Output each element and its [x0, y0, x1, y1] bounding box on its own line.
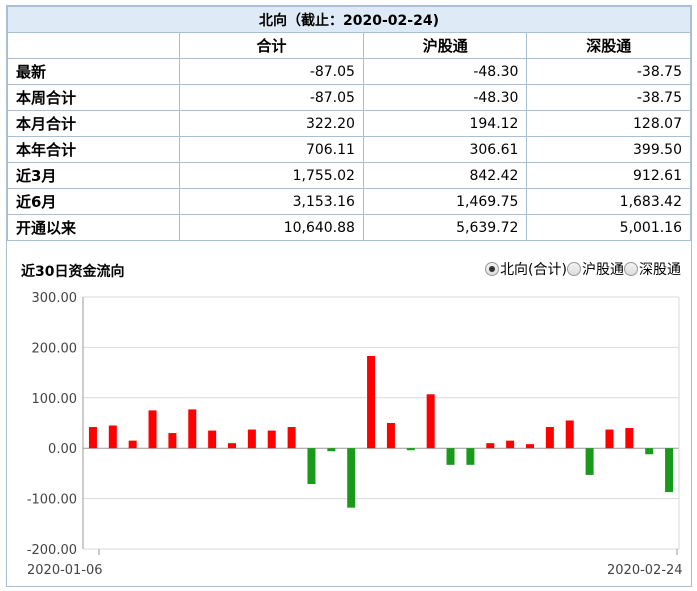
cell-shenzhen: -38.75 — [526, 58, 691, 85]
x-tick-end: 2020-02-24 — [607, 563, 683, 578]
chart-bar[interactable] — [88, 427, 97, 449]
radio-label: 深股通 — [639, 262, 681, 278]
chart-bar[interactable] — [307, 448, 316, 484]
cell-shanghai: 306.61 — [362, 136, 528, 163]
chart-bar[interactable] — [605, 429, 614, 449]
chart-bar[interactable] — [267, 430, 276, 449]
cell-total: -87.05 — [179, 58, 364, 85]
table-row: 最新 -87.05 -48.30 -38.75 — [7, 58, 691, 85]
radio-unchecked-icon[interactable] — [624, 262, 638, 276]
chart-bar[interactable] — [545, 427, 554, 449]
radio-shanghai[interactable]: 沪股通 — [567, 259, 624, 279]
chart-bar[interactable] — [565, 420, 574, 449]
radio-checked-icon[interactable] — [485, 262, 500, 276]
chart-bar[interactable] — [247, 429, 256, 449]
chart-bar[interactable] — [486, 443, 495, 449]
y-axis-ticks: 300.00 200.00 100.00 0.00 -100.00 -200.00 — [27, 291, 77, 558]
table-caption: 北向（截止：2020-02-24) — [7, 6, 691, 33]
y-tick-label: -200.00 — [27, 543, 77, 558]
chart-bar[interactable] — [665, 448, 674, 493]
cell-shanghai: 5,639.72 — [362, 214, 528, 241]
row-label: 近3月 — [7, 162, 180, 189]
row-label: 开通以来 — [7, 214, 180, 241]
chart-bar[interactable] — [347, 448, 356, 508]
cell-total: 1,755.02 — [179, 162, 364, 189]
cell-shanghai: 842.42 — [362, 162, 528, 189]
chart-bar[interactable] — [446, 448, 455, 465]
chart-bar[interactable] — [128, 440, 137, 449]
header-shanghai: 沪股通 — [362, 32, 528, 59]
table-row: 本月合计 322.20 194.12 128.07 — [7, 110, 691, 137]
cell-shanghai: -48.30 — [362, 84, 528, 111]
chart-bar[interactable] — [645, 448, 654, 455]
chart-bar[interactable] — [367, 355, 376, 449]
cell-total: -87.05 — [179, 84, 364, 111]
y-tick-label: 200.00 — [32, 341, 78, 356]
chart-bar[interactable] — [168, 433, 177, 449]
chart-bar[interactable] — [625, 428, 634, 449]
chart-bar[interactable] — [585, 448, 594, 475]
cell-shenzhen: -38.75 — [526, 84, 691, 111]
header-empty — [7, 32, 180, 59]
row-label: 近6月 — [7, 188, 180, 215]
y-tick-label: 300.00 — [32, 291, 78, 306]
x-tick-start: 2020-01-06 — [27, 563, 103, 578]
chart-axes — [82, 297, 680, 555]
table-header-row: 合计 沪股通 深股通 — [7, 32, 691, 59]
y-tick-label: 100.00 — [32, 392, 78, 407]
y-tick-label: 0.00 — [48, 442, 77, 457]
cell-shenzhen: 399.50 — [526, 136, 691, 163]
chart-bar[interactable] — [228, 443, 236, 449]
cell-shenzhen: 5,001.16 — [526, 214, 691, 241]
radio-north-total[interactable]: 北向(合计) — [485, 259, 567, 279]
flow-summary-table: 北向（截止：2020-02-24) 合计 沪股通 深股通 最新 -87.05 -… — [7, 6, 691, 241]
radio-shenzhen[interactable]: 深股通 — [624, 259, 681, 279]
chart-bar[interactable] — [526, 444, 534, 449]
table-row: 开通以来 10,640.88 5,639.72 5,001.16 — [7, 214, 691, 241]
radio-unchecked-icon[interactable] — [567, 262, 581, 276]
cell-total: 322.20 — [179, 110, 364, 137]
radio-label: 北向(合计) — [500, 262, 567, 278]
chart-bar[interactable] — [386, 423, 395, 449]
row-label: 最新 — [7, 58, 180, 85]
table-row: 本周合计 -87.05 -48.30 -38.75 — [7, 84, 691, 111]
cell-total: 10,640.88 — [179, 214, 364, 241]
cell-total: 3,153.16 — [179, 188, 364, 215]
chart-bar[interactable] — [426, 394, 435, 449]
cell-shanghai: 1,469.75 — [362, 188, 528, 215]
y-tick-label: -100.00 — [27, 493, 77, 508]
chart-bar[interactable] — [327, 448, 336, 452]
cell-shenzhen: 1,683.42 — [526, 188, 691, 215]
cell-shanghai: 194.12 — [362, 110, 528, 137]
chart-bar[interactable] — [406, 448, 415, 451]
chart-bars — [88, 355, 674, 508]
row-label: 本年合计 — [7, 136, 180, 163]
table-row: 近6月 3,153.16 1,469.75 1,683.42 — [7, 188, 691, 215]
series-radio-group: 北向(合计) 沪股通 深股通 — [485, 259, 681, 279]
north-flow-panel: 北向（截止：2020-02-24) 合计 沪股通 深股通 最新 -87.05 -… — [6, 5, 692, 587]
chart-bar[interactable] — [506, 440, 515, 449]
table-row: 本年合计 706.11 306.61 399.50 — [7, 136, 691, 163]
chart-bar[interactable] — [466, 448, 475, 465]
chart-bar[interactable] — [148, 410, 157, 449]
chart-grid — [83, 296, 679, 550]
chart-bar[interactable] — [208, 430, 217, 449]
chart-bar[interactable] — [188, 409, 197, 449]
cell-total: 706.11 — [179, 136, 364, 163]
header-shenzhen: 深股通 — [526, 32, 691, 59]
table-row: 近3月 1,755.02 842.42 912.61 — [7, 162, 691, 189]
row-label: 本月合计 — [7, 110, 180, 137]
chart-bar[interactable] — [108, 425, 117, 449]
flow-bar-chart: 300.00 200.00 100.00 0.00 -100.00 -200.00 — [27, 291, 680, 558]
chart-bar[interactable] — [287, 427, 296, 449]
cell-shenzhen: 128.07 — [526, 110, 691, 137]
radio-label: 沪股通 — [582, 262, 624, 278]
header-total: 合计 — [179, 32, 364, 59]
chart-title: 近30日资金流向 — [21, 264, 125, 280]
cell-shenzhen: 912.61 — [526, 162, 691, 189]
row-label: 本周合计 — [7, 84, 180, 111]
cell-shanghai: -48.30 — [362, 58, 528, 85]
